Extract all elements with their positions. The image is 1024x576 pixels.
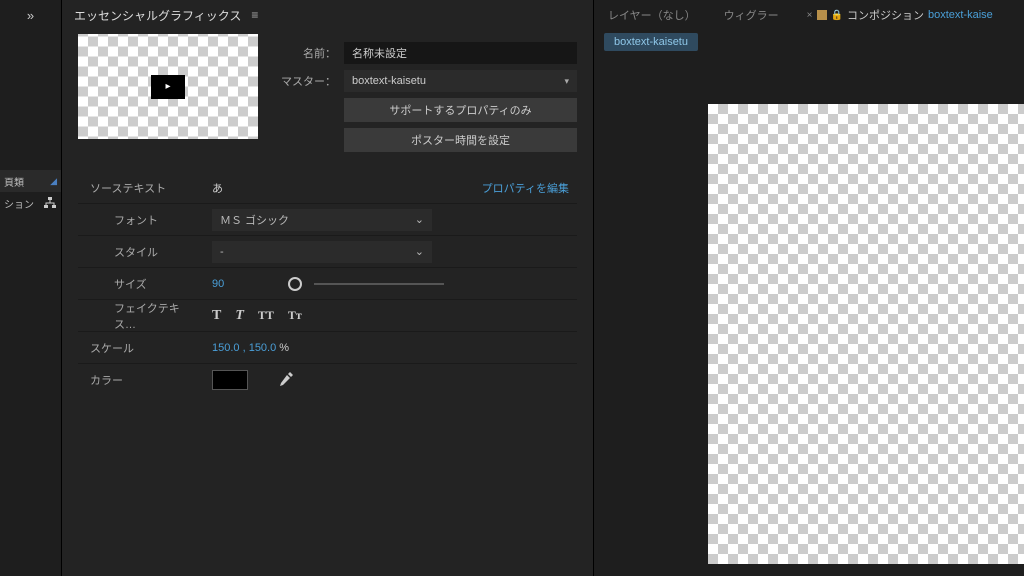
triangle-icon: ◢ [50, 176, 57, 187]
bold-button[interactable]: T [212, 308, 221, 324]
tab-comp-name: boxtext-kaise [928, 9, 993, 21]
name-input[interactable] [344, 42, 577, 64]
size-label: サイズ [90, 276, 200, 292]
tab-comp-label: コンポジション [847, 7, 924, 23]
thumbnail-content: ▸ [151, 75, 185, 99]
panel-title-bar: エッセンシャルグラフィックス ≡ [62, 0, 593, 30]
tab-composition[interactable]: × 🔒 コンポジション boxtext-kaise [793, 0, 1007, 30]
poster-time-button[interactable]: ポスター時間を設定 [344, 128, 577, 152]
color-label: カラー [90, 372, 200, 388]
lock-icon[interactable]: 🔒 [831, 10, 843, 21]
name-label: 名前： [276, 45, 336, 61]
style-dropdown[interactable]: - ⌄ [212, 241, 432, 263]
breadcrumb-chip[interactable]: boxtext-kaisetu [604, 33, 698, 51]
slider-track [314, 283, 444, 285]
chevron-down-icon: ⌄ [415, 213, 424, 226]
allcaps-button[interactable]: TT [258, 308, 274, 323]
font-value: ＭＳ ゴシック [220, 212, 289, 228]
edit-property-link[interactable]: プロパティを編集 [482, 180, 577, 196]
slider-knob[interactable] [288, 277, 302, 291]
faketext-label: フェイクテキス… [90, 300, 200, 332]
size-value[interactable]: 90 [212, 278, 224, 290]
panel-title: エッセンシャルグラフィックス [74, 7, 241, 24]
master-label: マスター： [276, 73, 336, 89]
font-dropdown[interactable]: ＭＳ ゴシック ⌄ [212, 209, 432, 231]
master-dropdown[interactable]: boxtext-kaisetu ▾ [344, 70, 577, 92]
left-tab-1[interactable]: 頁類 ◢ [0, 170, 61, 192]
size-slider[interactable] [236, 277, 444, 291]
composition-preview[interactable] [708, 104, 1024, 564]
chevron-down-icon: ⌄ [415, 245, 424, 258]
expand-panel-button[interactable]: » [0, 0, 61, 30]
left-tab-2-label: ション [4, 196, 34, 211]
scale-unit: % [276, 342, 289, 354]
smallcaps-button[interactable]: Tᴛ [288, 308, 302, 323]
comp-color-icon [817, 10, 827, 20]
scale-value[interactable]: 150.0 , 150.0 [212, 342, 276, 354]
style-value: - [220, 246, 224, 258]
color-swatch[interactable] [212, 370, 248, 390]
master-value: boxtext-kaisetu [352, 75, 426, 87]
style-label: スタイル [90, 244, 200, 260]
eyedropper-icon[interactable] [278, 371, 294, 390]
tab-wiggler[interactable]: ウィグラー [710, 0, 793, 30]
font-label: フォント [90, 212, 200, 228]
tab-layer[interactable]: レイヤー（なし） [594, 0, 710, 30]
italic-button[interactable]: T [235, 308, 244, 324]
scale-label: スケール [90, 340, 200, 356]
left-tab-1-label: 頁類 [4, 174, 24, 189]
panel-menu-icon[interactable]: ≡ [251, 8, 258, 22]
tab-layer-label: レイヤー（なし） [608, 7, 696, 23]
hierarchy-icon [43, 196, 57, 210]
supported-properties-button[interactable]: サポートするプロパティのみ [344, 98, 577, 122]
tab-wiggler-label: ウィグラー [724, 7, 779, 23]
left-tab-2[interactable]: ション [0, 192, 61, 214]
chevron-down-icon: ▾ [564, 76, 569, 87]
composition-thumbnail: ▸ [78, 34, 258, 139]
source-text-label: ソーステキスト [90, 180, 200, 196]
close-icon[interactable]: × [807, 10, 813, 21]
source-text-value: あ [212, 180, 223, 196]
